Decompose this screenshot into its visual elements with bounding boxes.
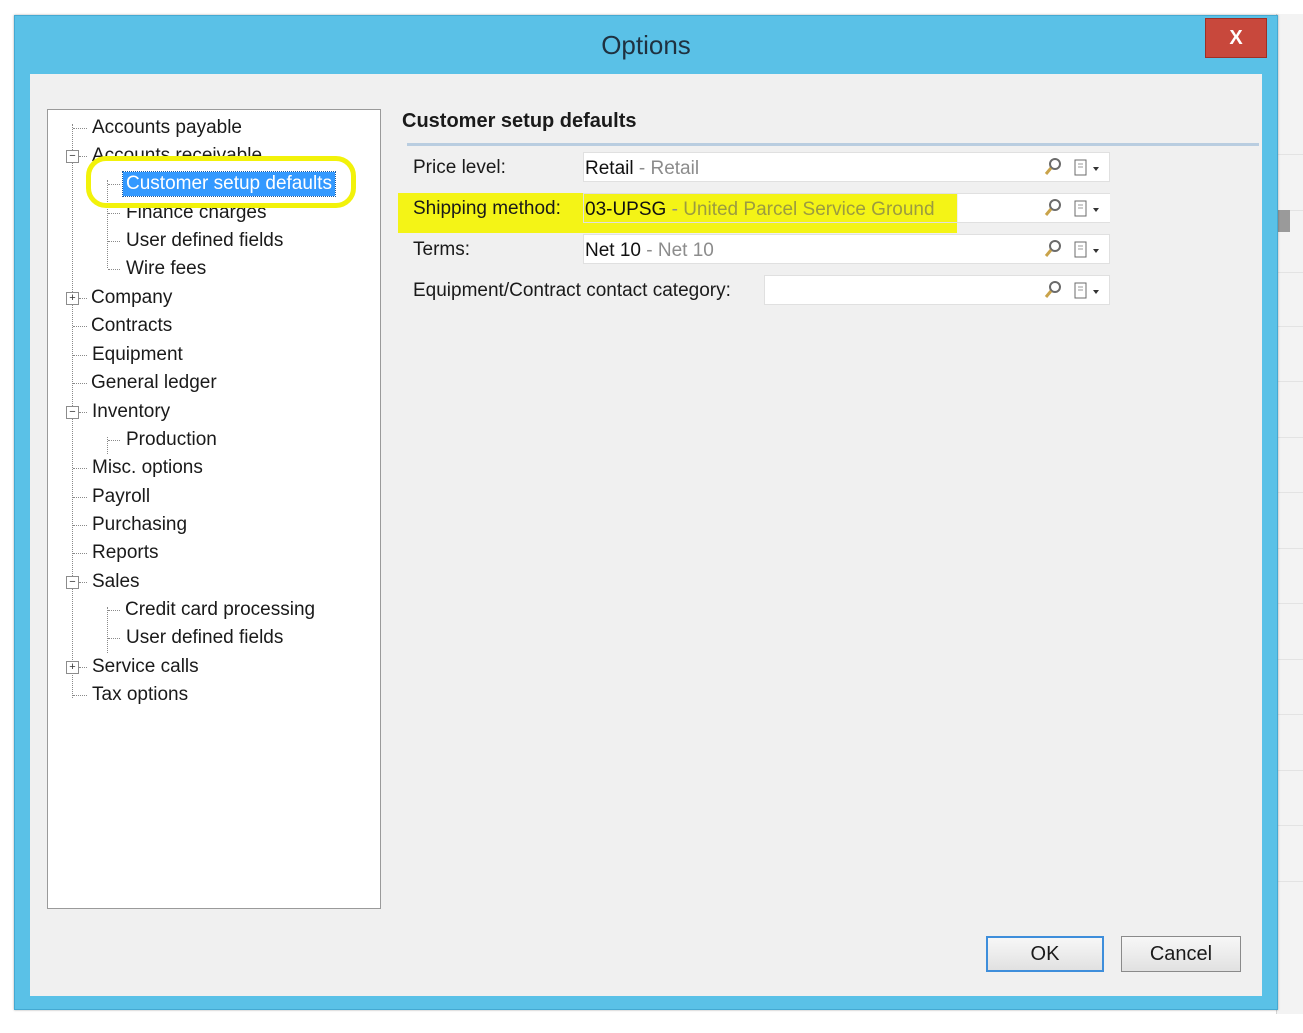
tree-item-general-ledger[interactable]: General ledger <box>48 370 378 396</box>
expand-icon[interactable]: + <box>66 661 79 674</box>
price-level-code: Retail <box>585 158 634 179</box>
tree-item-payroll[interactable]: Payroll <box>48 484 378 510</box>
document-dropdown-icon[interactable] <box>1073 240 1107 260</box>
terms-desc: Net 10 <box>657 240 714 261</box>
tree-item-accounts-payable[interactable]: Accounts payable <box>48 115 378 141</box>
cancel-button[interactable]: Cancel <box>1121 936 1241 972</box>
tree-item-contracts[interactable]: Contracts <box>48 313 378 339</box>
options-tree[interactable]: Accounts payable − Accounts receivable C… <box>47 109 381 909</box>
tree-item-label: Wire fees <box>126 258 207 279</box>
tree-item-label: Accounts payable <box>92 117 242 138</box>
price-level-desc: Retail <box>650 158 700 179</box>
tree-item-label: Credit card processing <box>125 599 316 620</box>
shipping-method-sep: - <box>666 199 684 220</box>
terms-field[interactable]: Net 10 - Net 10 <box>583 234 1110 264</box>
tree-item-equipment[interactable]: Equipment <box>48 342 378 368</box>
tree-item-label: Reports <box>92 542 159 563</box>
tree-item-label: Tax options <box>92 684 189 705</box>
close-button[interactable]: X <box>1205 18 1267 58</box>
equipment-contract-contact-category-field[interactable] <box>764 275 1110 305</box>
magnifier-icon[interactable] <box>1043 198 1063 218</box>
tree-item-label: Customer setup defaults <box>122 171 336 197</box>
magnifier-icon[interactable] <box>1043 280 1063 300</box>
shipping-method-desc: United Parcel Service Ground <box>683 199 935 220</box>
tree-item-label: Equipment <box>92 344 183 365</box>
tree-item-customer-setup-defaults[interactable]: Customer setup defaults <box>48 171 378 197</box>
shipping-method-label: Shipping method: <box>413 198 561 219</box>
price-level-value: Retail - Retail <box>585 158 699 180</box>
collapse-icon[interactable]: − <box>66 150 79 163</box>
tree-item-reports[interactable]: Reports <box>48 540 378 566</box>
price-level-sep: - <box>633 158 651 179</box>
tree-item-misc-options[interactable]: Misc. options <box>48 455 378 481</box>
tree-item-production[interactable]: Production <box>48 427 378 453</box>
close-icon: X <box>1229 26 1243 49</box>
collapse-icon[interactable]: − <box>66 406 79 419</box>
tree-item-company[interactable]: + Company <box>48 285 378 311</box>
section-divider <box>407 143 1259 146</box>
title-bar[interactable]: Options X <box>15 16 1277 74</box>
section-title: Customer setup defaults <box>402 110 637 132</box>
magnifier-icon[interactable] <box>1043 157 1063 177</box>
terms-label: Terms: <box>413 239 470 260</box>
tree-item-label: Service calls <box>92 656 199 677</box>
terms-code: Net 10 <box>585 240 641 261</box>
tree-item-label: Company <box>91 287 173 308</box>
dialog-client-area: Accounts payable − Accounts receivable C… <box>30 74 1262 996</box>
shipping-method-code: 03-UPSG <box>585 199 667 220</box>
tree-item-service-calls[interactable]: + Service calls <box>48 654 378 680</box>
expand-icon[interactable]: + <box>66 292 79 305</box>
background-window-edge <box>1276 14 1303 1014</box>
tree-item-label: Misc. options <box>92 457 203 478</box>
collapse-icon[interactable]: − <box>66 576 79 589</box>
document-dropdown-icon[interactable] <box>1073 281 1107 301</box>
tree-item-wire-fees[interactable]: Wire fees <box>48 256 378 282</box>
document-dropdown-icon[interactable] <box>1073 199 1107 219</box>
tree-item-inventory[interactable]: − Inventory <box>48 399 378 425</box>
document-dropdown-icon[interactable] <box>1073 158 1107 178</box>
tree-item-label: General ledger <box>91 372 217 393</box>
tree-item-ar-user-defined-fields[interactable]: User defined fields <box>48 228 378 254</box>
magnifier-icon[interactable] <box>1043 239 1063 259</box>
tree-item-sales-user-defined-fields[interactable]: User defined fields <box>48 625 378 651</box>
tree-item-purchasing[interactable]: Purchasing <box>48 512 378 538</box>
tree-item-label: Payroll <box>92 486 151 507</box>
tree-item-label: Sales <box>92 571 140 592</box>
tree-item-label: Purchasing <box>92 514 188 535</box>
tree-item-label: User defined fields <box>126 627 284 648</box>
ok-button[interactable]: OK <box>986 936 1104 972</box>
tree-item-label: User defined fields <box>126 230 284 251</box>
tree-item-sales[interactable]: − Sales <box>48 569 378 595</box>
dialog-title: Options <box>601 30 691 60</box>
options-dialog: Options X Accounts payable − Accounts re… <box>14 15 1278 1010</box>
tree-item-label: Production <box>126 429 217 450</box>
tree-item-label: Inventory <box>92 401 171 422</box>
shipping-method-field[interactable]: 03-UPSG - United Parcel Service Ground <box>583 193 1110 223</box>
tree-item-label: Contracts <box>91 315 173 336</box>
terms-value: Net 10 - Net 10 <box>585 240 714 262</box>
price-level-field[interactable]: Retail - Retail <box>583 152 1110 182</box>
price-level-label: Price level: <box>413 157 506 178</box>
tree-item-credit-card-processing[interactable]: Credit card processing <box>48 597 378 623</box>
terms-sep: - <box>640 240 658 261</box>
shipping-method-value: 03-UPSG - United Parcel Service Ground <box>585 199 935 221</box>
tree-item-tax-options[interactable]: Tax options <box>48 682 378 708</box>
equipment-contract-contact-category-label: Equipment/Contract contact category: <box>413 280 731 301</box>
